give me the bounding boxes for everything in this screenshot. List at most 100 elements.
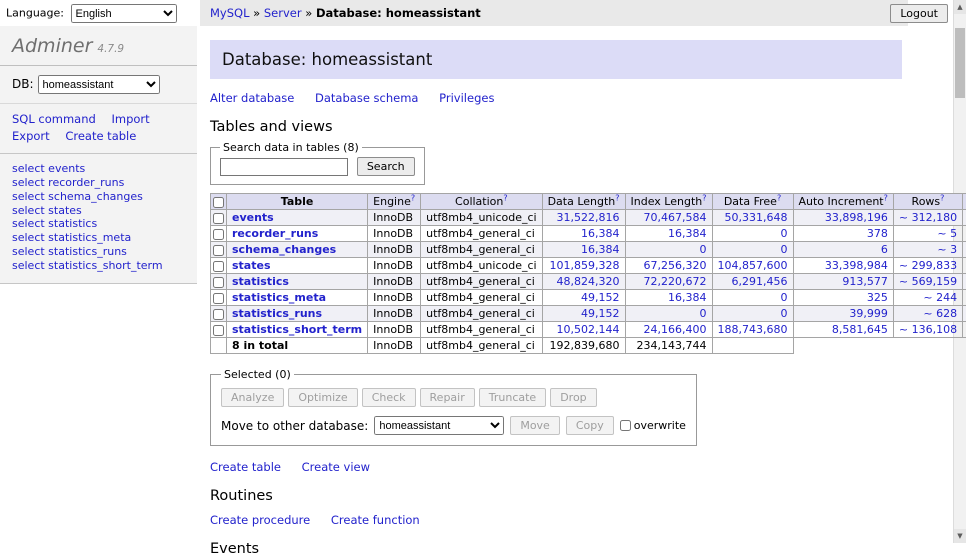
cell-rows-link[interactable]: ~ 244 [923,291,957,304]
scroll-down-icon[interactable]: ▼ [954,529,966,543]
drop-button[interactable]: Drop [550,388,596,407]
row-checkbox[interactable] [213,229,224,240]
sidebar-action-import[interactable]: Import [111,112,149,126]
sidebar-item-select-statistics-short-term[interactable]: select statistics_short_term [12,260,185,273]
sidebar-item-select-statistics-meta[interactable]: select statistics_meta [12,232,185,245]
row-checkbox[interactable] [213,213,224,224]
row-checkbox[interactable] [213,309,224,320]
sidebar-item-select-recorder-runs[interactable]: select recorder_runs [12,177,185,190]
truncate-button[interactable]: Truncate [479,388,546,407]
cell-auto-increment-link[interactable]: 8,581,645 [832,323,888,336]
cell-rows-link[interactable]: ~ 628 [923,307,957,320]
table-name-link[interactable]: statistics_meta [232,291,326,304]
cell-rows-link[interactable]: ~ 3 [937,243,957,256]
link-database-schema[interactable]: Database schema [315,91,418,105]
row-checkbox[interactable] [213,325,224,336]
cell-data-length-link[interactable]: 10,502,144 [557,323,620,336]
cell-data-length-link[interactable]: 48,824,320 [557,275,620,288]
cell-data-length-link[interactable]: 31,522,816 [557,211,620,224]
search-button[interactable]: Search [357,157,415,176]
breadcrumb-link-mysql[interactable]: MySQL [210,6,250,20]
cell-auto-increment-link[interactable]: 33,398,984 [825,259,888,272]
logout-button[interactable]: Logout [890,4,948,23]
cell-data-free-link[interactable]: 188,743,680 [718,323,788,336]
row-checkbox[interactable] [213,261,224,272]
cell-data-free-link[interactable]: 0 [781,307,788,320]
cell-index-length-link[interactable]: 67,256,320 [644,259,707,272]
breadcrumb-link-server[interactable]: Server [264,6,302,20]
cell-rows-link[interactable]: ~ 299,833 [899,259,957,272]
help-link[interactable]: ? [884,193,888,202]
scroll-up-icon[interactable]: ▲ [954,0,966,14]
cell-data-free-link[interactable]: 6,291,456 [732,275,788,288]
help-link[interactable]: ? [702,193,706,202]
link-create-function[interactable]: Create function [331,513,420,527]
language-select[interactable]: English [71,4,177,23]
cell-data-length-link[interactable]: 49,152 [581,307,620,320]
cell-auto-increment-link[interactable]: 378 [867,227,888,240]
row-checkbox[interactable] [213,293,224,304]
cell-auto-increment-link[interactable]: 913,577 [842,275,888,288]
sidebar-item-select-statistics[interactable]: select statistics [12,218,185,231]
sidebar-item-select-states[interactable]: select states [12,205,185,218]
sidebar-action-export[interactable]: Export [12,129,50,143]
link-create-table[interactable]: Create table [210,460,281,474]
analyze-button[interactable]: Analyze [221,388,284,407]
table-name-link[interactable]: statistics_runs [232,307,322,320]
cell-index-length-link[interactable]: 0 [700,243,707,256]
sidebar-item-select-schema-changes[interactable]: select schema_changes [12,191,185,204]
cell-auto-increment-link[interactable]: 325 [867,291,888,304]
overwrite-checkbox[interactable] [620,420,631,431]
row-checkbox[interactable] [213,277,224,288]
table-name-link[interactable]: schema_changes [232,243,336,256]
cell-rows-link[interactable]: ~ 136,108 [899,323,957,336]
sidebar-item-select-statistics-runs[interactable]: select statistics_runs [12,246,185,259]
help-link[interactable]: ? [615,193,619,202]
cell-data-length-link[interactable]: 16,384 [581,227,620,240]
table-name-link[interactable]: events [232,211,274,224]
link-create-procedure[interactable]: Create procedure [210,513,310,527]
link-privileges[interactable]: Privileges [439,91,494,105]
cell-data-free-link[interactable]: 50,331,648 [725,211,788,224]
cell-data-free-link[interactable]: 0 [781,291,788,304]
copy-button[interactable]: Copy [566,416,614,435]
cell-rows-link[interactable]: ~ 569,159 [899,275,957,288]
cell-rows-link[interactable]: ~ 312,180 [899,211,957,224]
search-input[interactable] [220,158,348,176]
cell-index-length-link[interactable]: 24,166,400 [644,323,707,336]
table-name-link[interactable]: recorder_runs [232,227,318,240]
move-database-select[interactable]: homeassistant [374,416,504,435]
cell-data-free-link[interactable]: 0 [781,227,788,240]
row-checkbox[interactable] [213,245,224,256]
cell-data-length-link[interactable]: 16,384 [581,243,620,256]
scrollbar-thumb[interactable] [955,28,965,98]
cell-index-length-link[interactable]: 72,220,672 [644,275,707,288]
link-alter-database[interactable]: Alter database [210,91,294,105]
help-link[interactable]: ? [940,193,944,202]
sidebar-item-select-events[interactable]: select events [12,163,185,176]
cell-auto-increment-link[interactable]: 6 [881,243,888,256]
cell-auto-increment-link[interactable]: 39,999 [849,307,888,320]
sidebar-action-sql-command[interactable]: SQL command [12,112,96,126]
db-select[interactable]: homeassistant [38,75,160,94]
repair-button[interactable]: Repair [420,388,475,407]
check-button[interactable]: Check [362,388,416,407]
cell-data-length-link[interactable]: 101,859,328 [550,259,620,272]
move-button[interactable]: Move [510,416,560,435]
help-link[interactable]: ? [777,193,781,202]
cell-data-free-link[interactable]: 0 [781,243,788,256]
table-name-link[interactable]: states [232,259,271,272]
cell-data-length-link[interactable]: 49,152 [581,291,620,304]
cell-rows-link[interactable]: ~ 5 [937,227,957,240]
cell-auto-increment-link[interactable]: 33,898,196 [825,211,888,224]
select-all-checkbox[interactable] [213,197,224,208]
link-create-view[interactable]: Create view [302,460,370,474]
optimize-button[interactable]: Optimize [288,388,357,407]
help-link[interactable]: ? [503,193,507,202]
cell-index-length-link[interactable]: 70,467,584 [644,211,707,224]
cell-data-free-link[interactable]: 104,857,600 [718,259,788,272]
help-link[interactable]: ? [411,193,415,202]
table-name-link[interactable]: statistics [232,275,289,288]
cell-index-length-link[interactable]: 16,384 [668,291,707,304]
sidebar-action-create-table[interactable]: Create table [65,129,136,143]
